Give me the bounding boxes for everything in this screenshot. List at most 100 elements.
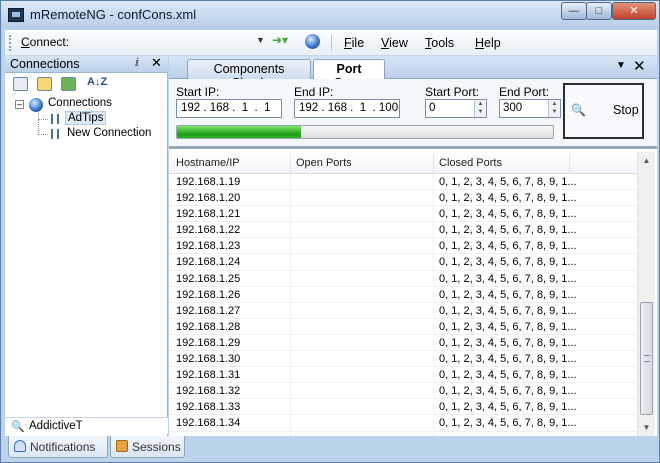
cell-closed-ports: 0, 1, 2, 3, 4, 5, 6, 7, 8, 9, 1... [439,401,577,414]
cell-hostname: 192.168.1.20 [176,192,241,205]
end-port-value: 300 [503,102,523,114]
cell-hostname: 192.168.1.19 [176,176,241,188]
tab-components-check[interactable]: Components Check [187,59,311,90]
cell-closed-ports: 0, 1, 2, 3, 4, 5, 6, 7, 8, 9, 1... [439,272,577,285]
table-row[interactable]: 192.168.1.31 0, 1, 2, 3, 4, 5, 6, 7, 8, 9… [169,367,637,384]
cell-hostname: 192.168.1.24 [176,256,241,269]
table-row[interactable]: 192.168.1.21 0, 1, 2, 3, 4, 5, 6, 7, 8, 9… [169,206,637,223]
cell-closed-ports: 0, 1, 2, 3, 4, 5, 6, 7, 8, 9, 1... [439,192,577,205]
results-header: Hostname/IP Open Ports Closed Ports [169,152,637,174]
end-ip-field[interactable]: 192 . 168 . 1 . 100 [294,99,400,118]
cell-closed-ports: 0, 1, 2, 3, 4, 5, 6, 7, 8, 9, 1... [439,385,577,398]
globe-icon[interactable] [305,34,320,49]
connections-panel: Connections ⅈ ✕ A↓Z – Connections AdTips… [5,55,168,436]
table-row[interactable]: 192.168.1.23 0, 1, 2, 3, 4, 5, 6, 7, 8, 9… [169,238,637,255]
connect-go-icon[interactable]: ➜▾ [272,33,298,51]
menu-view[interactable]: View [381,36,408,50]
search-input[interactable]: AddictiveT [29,420,83,432]
view-icon[interactable] [61,77,76,91]
close-button[interactable]: ✕ [612,2,656,20]
column-separator[interactable] [569,154,570,172]
tab-port-scan[interactable]: Port Scan [313,59,385,90]
new-connection-icon[interactable] [13,77,28,91]
table-row[interactable]: 192.168.1.24 0, 1, 2, 3, 4, 5, 6, 7, 8, 9… [169,254,637,271]
table-row[interactable]: 192.168.1.20 0, 1, 2, 3, 4, 5, 6, 7, 8, 9… [169,190,637,207]
cell-hostname: 192.168.1.34 [176,417,241,430]
tree-line [38,113,39,135]
scan-progress-bar [176,125,554,139]
panel-close-icon[interactable]: ✕ [151,55,162,71]
connect-combobox[interactable] [80,33,268,52]
cell-hostname: 192.168.1.29 [176,336,241,349]
sort-icon[interactable]: A↓Z [87,76,107,88]
cell-hostname: 192.168.1.28 [176,320,241,333]
pin-icon[interactable]: ⅈ [135,56,139,69]
table-row[interactable]: 192.168.1.34 0, 1, 2, 3, 4, 5, 6, 7, 8, 9… [169,415,637,432]
menu-file[interactable]: File [344,36,364,50]
column-closed-ports[interactable]: Closed Ports [439,157,502,169]
stop-button[interactable]: 🔍 Stop [563,83,644,139]
menu-tools[interactable]: Tools [425,36,454,50]
cell-hostname: 192.168.1.30 [176,353,241,366]
window-title: mRemoteNG - confCons.xml [30,7,197,22]
start-port-label: Start Port: [425,85,480,99]
cell-closed-ports: 0, 1, 2, 3, 4, 5, 6, 7, 8, 9, 1... [439,240,577,253]
table-row[interactable]: 192.168.1.27 0, 1, 2, 3, 4, 5, 6, 7, 8, 9… [169,303,637,319]
tab-list-icon[interactable]: ▼ [616,60,626,71]
tree-expander-icon[interactable]: – [15,100,24,109]
table-row[interactable]: 192.168.1.30 0, 1, 2, 3, 4, 5, 6, 7, 8, 9… [169,351,637,368]
connections-panel-title: Connections [10,57,80,71]
results-scrollbar[interactable]: ▲ ▼ [637,152,655,436]
connections-search[interactable]: 🔍 AddictiveT [5,417,168,434]
table-row[interactable]: 192.168.1.19 0, 1, 2, 3, 4, 5, 6, 7, 8, 9… [169,174,637,191]
table-row[interactable]: 192.168.1.26 0, 1, 2, 3, 4, 5, 6, 7, 8, 9… [169,287,637,303]
column-hostname[interactable]: Hostname/IP [176,157,240,169]
start-port-value: 0 [429,102,436,114]
table-row[interactable]: 192.168.1.28 0, 1, 2, 3, 4, 5, 6, 7, 8, 9… [169,319,637,335]
maximize-button[interactable]: □ [586,2,612,20]
scroll-up-icon[interactable]: ▲ [638,152,655,169]
scroll-down-icon[interactable]: ▼ [638,419,655,436]
title-bar[interactable]: mRemoteNG - confCons.xml — □ ✕ [1,1,659,29]
column-open-ports[interactable]: Open Ports [296,157,352,169]
cell-hostname: 192.168.1.25 [176,272,241,285]
start-ip-field[interactable]: 192 . 168 . 1 . 1 [176,99,282,118]
grip-icon [644,355,650,362]
start-port-stepper[interactable]: 0 ▲ ▼ [425,99,487,118]
start-ip-label: Start IP: [176,85,220,99]
minimize-button[interactable]: — [561,2,587,20]
column-separator[interactable] [290,154,291,172]
toolbar: Connect: ▼ ➜▾ File View Tools Help [5,30,657,56]
toolbar-grip[interactable] [9,35,12,51]
spin-arrows-icon[interactable]: ▲ ▼ [548,100,560,117]
table-row[interactable]: 192.168.1.32 0, 1, 2, 3, 4, 5, 6, 7, 8, 9… [169,383,637,400]
new-folder-icon[interactable] [37,77,52,91]
stop-button-label: Stop [613,103,639,117]
connections-panel-header: Connections ⅈ ✕ [5,55,168,73]
table-row[interactable]: 192.168.1.25 0, 1, 2, 3, 4, 5, 6, 7, 8, 9… [169,271,637,287]
cell-hostname: 192.168.1.27 [176,304,241,317]
menu-help[interactable]: Help [475,36,501,50]
tree-item-new-connection[interactable]: New Connection [65,127,153,139]
end-port-label: End Port: [499,85,550,99]
spin-arrows-icon[interactable]: ▲ ▼ [474,100,486,117]
globe-icon [29,98,43,112]
connection-icon [51,114,59,124]
table-row[interactable]: 192.168.1.33 0, 1, 2, 3, 4, 5, 6, 7, 8, 9… [169,399,637,416]
scan-progress-fill [177,126,302,138]
search-icon: 🔍 [11,421,25,433]
column-separator[interactable] [433,154,434,172]
cell-closed-ports: 0, 1, 2, 3, 4, 5, 6, 7, 8, 9, 1... [439,369,577,382]
tab-notifications[interactable]: Notifications [8,436,108,458]
tab-close-icon[interactable]: ✕ [633,57,646,75]
chevron-down-icon[interactable]: ▼ [256,35,265,45]
tree-item-adtips[interactable]: AdTips [65,111,107,125]
table-row[interactable]: 192.168.1.22 0, 1, 2, 3, 4, 5, 6, 7, 8, 9… [169,222,637,239]
tab-sessions[interactable]: Sessions [110,436,185,458]
tree-root-connections[interactable]: Connections [48,97,112,109]
table-row[interactable]: 192.168.1.29 0, 1, 2, 3, 4, 5, 6, 7, 8, 9… [169,335,637,352]
end-ip-label: End IP: [294,85,334,99]
port-scan-options: Start IP: 192 . 168 . 1 . 1 End IP: 192 … [169,79,657,149]
scroll-thumb[interactable] [640,302,653,415]
end-port-stepper[interactable]: 300 ▲ ▼ [499,99,561,118]
